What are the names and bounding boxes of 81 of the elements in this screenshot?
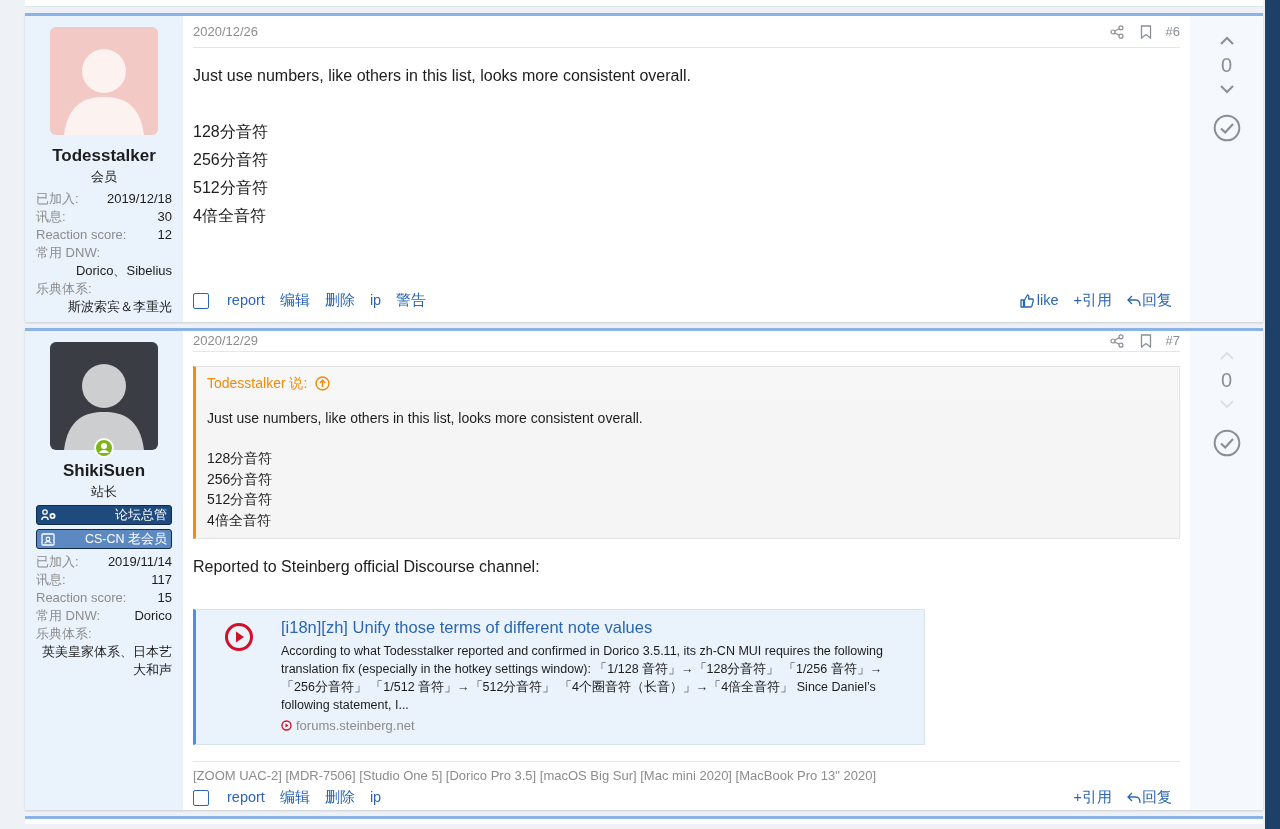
check-circle-icon[interactable] [1212,114,1241,142]
upvote-icon[interactable] [1218,36,1235,46]
avatar[interactable] [50,342,158,450]
share-icon[interactable] [1109,24,1124,39]
username[interactable]: Todesstalker [52,145,156,167]
stat-label: 讯息: [36,208,66,226]
bookmark-icon[interactable] [1139,24,1152,39]
stat-value: 15 [157,589,172,607]
post-text: 512分音符 [193,178,269,198]
vote-score: 0 [1220,53,1233,78]
post-date[interactable]: 2020/12/26 [193,21,1110,42]
share-icon[interactable] [1109,333,1124,348]
stat-value: 英美皇家体系、日本艺大和声 [41,643,172,679]
thumbs-up-icon [1019,294,1034,308]
arrow-up-circle-icon[interactable] [315,375,331,391]
username[interactable]: ShikiSuen [62,460,146,482]
quote-text: Just use numbers, like others in this list, looks more consistent overall. [207,408,644,428]
people-gear-icon [41,508,57,522]
bookmark-icon[interactable] [1139,333,1152,348]
post-text: 4倍全音符 [193,206,267,226]
check-circle-icon[interactable] [1212,429,1241,457]
post-number[interactable]: #6 [1165,21,1180,42]
reply-button[interactable]: 回复 [1127,290,1172,312]
post-text: 256分音符 [193,150,269,170]
quote-text: 256分音符 [207,469,274,489]
quote-button[interactable]: +引用 [1073,787,1112,810]
stat-label: 常用 DNW: [36,607,101,625]
link-preview-card[interactable] [193,609,925,745]
stat-value: 2019/11/14 [107,553,172,571]
quote-button[interactable]: +引用 [1073,290,1112,312]
stat-label: 常用 DNW: [36,244,101,262]
reply-arrow-icon [1127,792,1141,805]
select-checkbox[interactable] [193,790,209,807]
post-text: Reported to Steinberg official Discourse channel: [193,557,541,577]
vote-score: 0 [1220,368,1233,393]
post-date[interactable]: 2020/12/29 [193,331,1110,351]
quote-text: 512分音符 [207,490,274,509]
stat-value: 117 [151,571,172,589]
post-action-link[interactable]: ip [369,290,382,312]
stat-label: 已加入: [36,190,79,208]
reply-arrow-icon [1127,295,1141,307]
like-button[interactable]: like [1019,290,1059,312]
stat-label: Reaction score: [36,226,127,244]
downvote-icon[interactable] [1218,84,1235,94]
post-action-link[interactable]: 编辑 [279,290,310,312]
link-domain: forums.steinberg.net [296,717,415,735]
post-action-link[interactable]: ip [369,787,382,810]
post-action-link[interactable]: 删除 [324,290,355,312]
banner-label: 论坛总管 [115,506,167,524]
play-circle-icon [223,622,254,652]
stat-label: 乐典体系: [36,625,92,643]
post-action-link[interactable]: 警告 [396,290,427,312]
quote-text: 4倍全音符 [207,510,272,530]
post-number[interactable]: #7 [1165,331,1180,351]
stat-value: Dorico [134,607,172,625]
post-text: Just use numbers, like others in this list, looks more consistent overall. [193,66,692,86]
quote-text: 128分音符 [207,449,274,468]
post-action-link[interactable]: report [227,787,265,810]
banner-label: CS-CN 老会员 [84,530,167,548]
stat-label: 讯息: [36,571,66,589]
post-action-link[interactable]: 删除 [324,787,355,810]
stat-value: Dorico、Sibelius [75,262,172,280]
post-action-link[interactable]: report [227,290,265,312]
user-role: 站长 [91,483,117,501]
stat-value: 30 [157,208,172,226]
id-card-icon [41,532,55,546]
reply-button[interactable]: 回复 [1127,787,1172,810]
play-circle-icon [281,720,292,732]
stat-value: 2019/12/18 [106,190,172,208]
select-checkbox[interactable] [193,293,209,309]
link-description: According to what Todesstalker reported and confirmed in Dorico 3.5.11, its zh-CN MUI requires the following translation fix (especially in the hotkey settings window): 「1/128 音符」→「128分音符」 「1/256 音符」→「256分音符」 「1/512 音符」→「512分音符」 「4个圈音符（长音）」→「4倍全音符」 Since Daniel’s following statement, I... [281,643,884,714]
stat-label: 乐典体系: [36,280,92,298]
stat-value: 12 [157,226,172,244]
stat-label: Reaction score: [36,589,127,607]
signature: [ZOOM UAC-2] [MDR-7506] [Studio One 5] [Dorico Pro 3.5] [macOS Big Sur] [Mac mini 2020] [MacBook Pro 13" 2020] [193,760,1180,785]
user-role: 会员 [91,168,117,186]
stat-label: 已加入: [36,553,79,571]
post-text: 128分音符 [193,122,269,142]
stat-value: 斯波索宾＆李重光 [68,298,172,316]
link-title[interactable]: [i18n][zh] Unify those terms of different note values [281,616,904,638]
post-action-link[interactable]: 编辑 [279,787,310,810]
